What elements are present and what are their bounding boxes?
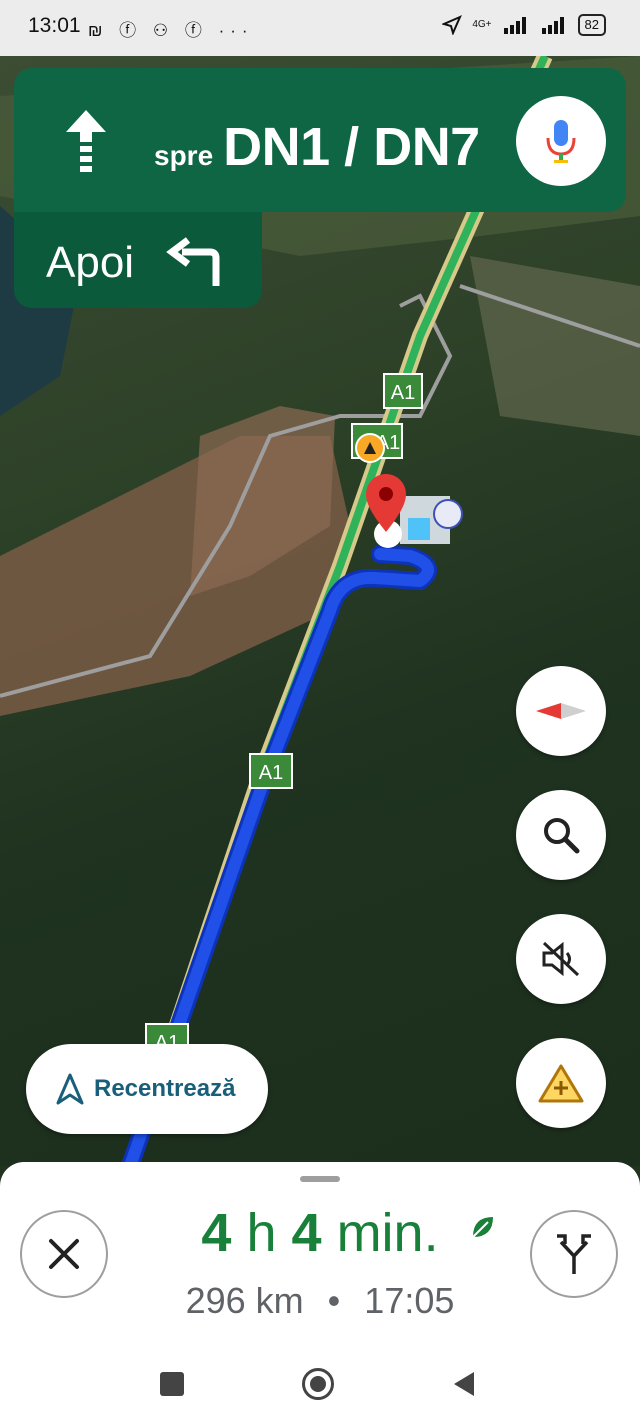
- compass-icon: [536, 703, 586, 719]
- nav-instruction: spre DN1 / DN7: [154, 116, 480, 178]
- exit-navigation-button[interactable]: [20, 1210, 108, 1298]
- volume-off-icon: [542, 941, 580, 977]
- trip-meta: 296 km • 17:05: [150, 1280, 490, 1322]
- alternate-routes-button[interactable]: [530, 1210, 618, 1298]
- building-pool: [408, 518, 430, 540]
- route-fork-icon: [557, 1234, 591, 1274]
- svg-text:A1: A1: [259, 762, 283, 784]
- eco-leaf-icon: [472, 1217, 493, 1238]
- arrival-time: 17:05: [364, 1280, 455, 1321]
- straight-arrow-icon: [66, 110, 106, 172]
- turn-left-icon: [166, 237, 220, 286]
- recenter-button[interactable]: Recentrează: [26, 1044, 268, 1134]
- status-bar: 13:01 ₪ ⓕ ⚇ ⓕ ··· 4G+ 82: [0, 0, 640, 56]
- next-step-banner[interactable]: Apoi: [14, 212, 262, 308]
- battery-level: 82: [577, 14, 606, 36]
- trip-duration: 4 h 4 min.: [160, 1202, 493, 1264]
- poi-icon[interactable]: [433, 499, 463, 529]
- report-button[interactable]: [516, 1038, 606, 1128]
- svg-text:A1: A1: [391, 382, 415, 404]
- nav-destination: DN1 / DN7: [223, 117, 480, 177]
- duration-minutes: 4: [291, 1203, 322, 1263]
- minutes-unit: min.: [336, 1203, 439, 1263]
- back-button[interactable]: [452, 1370, 476, 1398]
- report-incident-icon: [538, 1064, 584, 1103]
- system-nav-bar: [0, 1354, 640, 1422]
- recent-apps-button[interactable]: [160, 1372, 184, 1396]
- home-button[interactable]: [302, 1368, 334, 1400]
- mic-icon: [546, 120, 576, 163]
- status-time: 13:01: [28, 14, 81, 37]
- compass-button[interactable]: [516, 666, 606, 756]
- network-type: 4G+: [472, 19, 492, 30]
- search-button[interactable]: [516, 790, 606, 880]
- meta-separator: •: [327, 1280, 341, 1321]
- search-icon: [544, 818, 580, 854]
- nav-banner[interactable]: spre DN1 / DN7: [14, 68, 626, 212]
- road-shield-3: A1: [249, 753, 293, 789]
- navigation-arrow-icon: [56, 1073, 84, 1105]
- location-icon: [442, 15, 463, 35]
- terrain-right: [470, 256, 640, 436]
- signal-icon: [503, 17, 526, 34]
- road-shield-1: A1: [383, 373, 423, 409]
- duration-hours: 4: [201, 1203, 232, 1263]
- sheet-drag-handle[interactable]: [300, 1176, 340, 1182]
- trip-distance: 296 km: [185, 1280, 304, 1321]
- recenter-label: Recentrează: [94, 1075, 236, 1102]
- notification-icons: ₪ ⓕ ⚇ ⓕ ···: [88, 21, 254, 40]
- status-right: 4G+ 82: [442, 14, 606, 36]
- voice-search-button[interactable]: [516, 96, 606, 186]
- road-shield-2: A1: [351, 423, 403, 463]
- next-step-label: Apoi: [46, 238, 135, 287]
- hours-unit: h: [246, 1203, 277, 1263]
- signal-icon-2: [541, 17, 564, 34]
- mute-button[interactable]: [516, 914, 606, 1004]
- nav-prefix: spre: [154, 140, 214, 171]
- close-icon: [49, 1239, 79, 1269]
